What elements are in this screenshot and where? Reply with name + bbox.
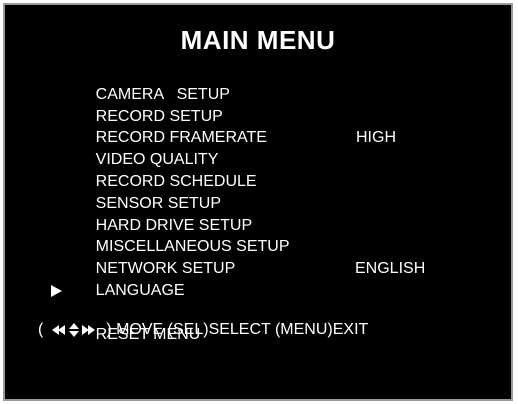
menu-item-sensor-setup[interactable]: SENSOR SETUP	[69, 171, 489, 212]
menu-item-video-quality[interactable]: VIDEO QUALITY HIGH	[69, 127, 489, 168]
menu-item-record-setup[interactable]: RECORD SETUP	[69, 84, 489, 125]
navigation-hint: ( ) MOVE (SEL)SELECT (MENU)EXIT	[38, 319, 368, 341]
menu-item-record-schedule[interactable]: RECORD SCHEDULE	[69, 149, 489, 190]
menu-item-camera-setup[interactable]: CAMERA SETUP	[69, 62, 489, 103]
menu-item-miscellaneous-setup[interactable]: MISCELLANEOUS SETUP	[69, 215, 489, 255]
menu-item-network-setup[interactable]: NETWORK SETUP	[69, 236, 489, 277]
main-menu-list: CAMERA SETUP RECORD SETUP RECORD FRAMERA…	[51, 62, 489, 343]
right-triangle-icon	[51, 284, 62, 297]
menu-item-language[interactable]: LANGUAGE ENGLISH	[69, 258, 489, 299]
video-quality-value: HIGH	[356, 129, 396, 147]
menu-item-reset-menu[interactable]: RESET MENU	[51, 280, 489, 343]
osd-screen: MAIN MENU CAMERA SETUP RECORD SETUP RECO…	[3, 3, 513, 401]
hint-text: ) MOVE (SEL)SELECT (MENU)EXIT	[106, 321, 369, 338]
language-value: ENGLISH	[355, 260, 426, 278]
direction-arrows-icon	[51, 322, 103, 338]
page-title: MAIN MENU	[180, 25, 336, 55]
hint-open-paren: (	[38, 321, 44, 338]
menu-item-hard-drive-setup[interactable]: HARD DRIVE SETUP	[69, 193, 489, 234]
menu-item-record-framerate[interactable]: RECORD FRAMERATE	[69, 106, 489, 146]
